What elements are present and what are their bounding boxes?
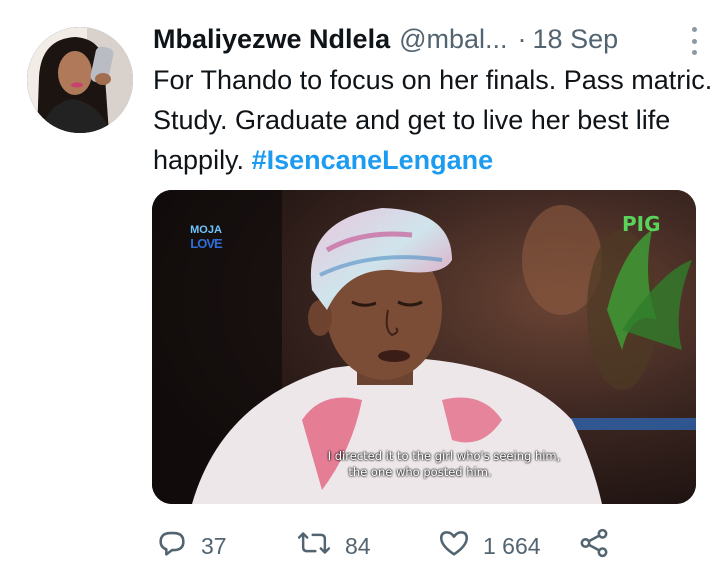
channel-logo: MOJA LOVE [186, 224, 226, 250]
more-dots-icon[interactable] [689, 27, 699, 55]
avatar[interactable] [27, 27, 133, 133]
reply-button[interactable]: 37 [155, 526, 227, 566]
like-button[interactable]: 1 664 [437, 526, 541, 566]
heart-icon [437, 526, 471, 566]
tweet-media[interactable]: MOJA LOVE PIG I directed it to the girl … [152, 190, 696, 504]
hashtag-link[interactable]: #IsencaneLengane [252, 145, 494, 175]
subtitle-line-2: the one who posted him. [348, 465, 492, 479]
rating-badge: PIG [622, 212, 661, 236]
avatar-image [27, 27, 133, 133]
subtitle-line-1: I directed it to the girl who's seeing h… [327, 449, 561, 463]
tweet-actions: 37 84 1 664 [155, 526, 625, 566]
tweet-date[interactable]: 18 Sep [533, 24, 619, 55]
reply-count: 37 [201, 532, 227, 559]
retweet-icon [295, 526, 333, 566]
like-count: 1 664 [483, 532, 541, 559]
tweet-header: Mbaliyezwe Ndlela @mbal... · 18 Sep [153, 21, 697, 57]
tweet-text: For Thando to focus on her finals. Pass … [153, 60, 713, 180]
author-name[interactable]: Mbaliyezwe Ndlela [153, 24, 390, 55]
share-button[interactable] [577, 526, 611, 566]
retweet-button[interactable]: 84 [295, 526, 371, 566]
retweet-count: 84 [345, 532, 371, 559]
reply-icon [155, 526, 189, 566]
author-handle[interactable]: @mbal... [399, 24, 507, 55]
video-subtitles: I directed it to the girl who's seeing h… [152, 448, 696, 480]
header-separator: · [517, 23, 527, 54]
share-icon [577, 526, 611, 566]
channel-logo-bottom: LOVE [190, 236, 222, 251]
